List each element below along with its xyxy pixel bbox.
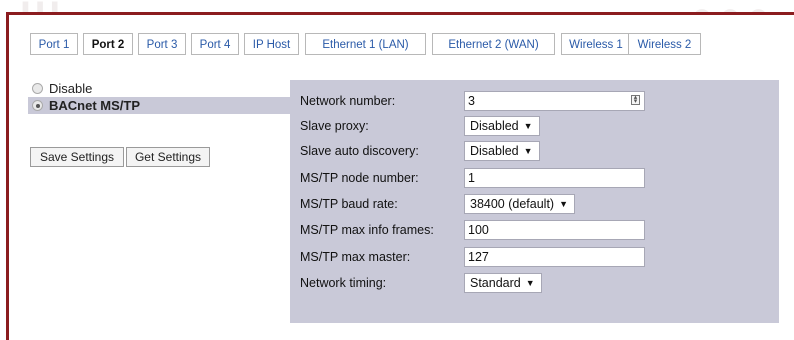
network-number-label: Network number:	[300, 94, 396, 108]
save-settings-button[interactable]: Save Settings	[30, 147, 124, 167]
network-number-value: 3	[468, 94, 475, 108]
radio-label-bacnet-mstp: BACnet MS/TP	[49, 98, 140, 113]
max-info-frames-input[interactable]	[464, 220, 645, 240]
node-number-label: MS/TP node number:	[300, 171, 419, 185]
tab-wireless-1[interactable]: Wireless 1	[561, 33, 631, 55]
slave-auto-discovery-select[interactable]: Disabled ▼	[464, 141, 540, 161]
slave-proxy-select[interactable]: Disabled ▼	[464, 116, 540, 136]
max-master-input[interactable]	[464, 247, 645, 267]
spinner-icon[interactable]: ▴ ▾	[631, 94, 640, 105]
radio-button-checked[interactable]	[32, 100, 43, 112]
tab-ip-host[interactable]: IP Host	[244, 33, 299, 55]
baud-rate-label: MS/TP baud rate:	[300, 197, 398, 211]
node-number-input[interactable]	[464, 168, 645, 188]
tab-port-1[interactable]: Port 1	[30, 33, 78, 55]
tab-port-3[interactable]: Port 3	[138, 33, 186, 55]
header-watermark: Ш—●●●	[0, 0, 794, 12]
dropdown-arrow-icon: ▼	[523, 121, 533, 131]
slave-proxy-label: Slave proxy:	[300, 119, 369, 133]
get-settings-button[interactable]: Get Settings	[126, 147, 210, 167]
tab-port-2[interactable]: Port 2	[83, 33, 133, 55]
frame-border-left	[6, 12, 9, 340]
radio-button-unchecked[interactable]	[32, 83, 43, 95]
radio-label-disable: Disable	[49, 81, 93, 96]
dropdown-arrow-icon: ▼	[523, 146, 533, 156]
network-number-input[interactable]: 3 ▴ ▾	[464, 91, 645, 111]
slave-auto-discovery-value: Disabled	[470, 144, 519, 158]
network-timing-label: Network timing:	[300, 276, 387, 290]
slave-auto-discovery-label: Slave auto discovery:	[300, 144, 419, 158]
slave-proxy-value: Disabled	[470, 119, 519, 133]
tab-wireless-2[interactable]: Wireless 2	[628, 33, 701, 55]
max-info-frames-label: MS/TP max info frames:	[300, 223, 434, 237]
dropdown-arrow-icon: ▼	[525, 278, 535, 288]
tab-port-4[interactable]: Port 4	[191, 33, 239, 55]
baud-rate-select[interactable]: 38400 (default) ▼	[464, 194, 576, 214]
radio-option-bacnet-mstp[interactable]: BACnet MS/TP	[28, 97, 290, 114]
bacnet-settings-panel: Network number: 3 ▴ ▾ Slave proxy: Disabl…	[290, 80, 779, 323]
max-master-label: MS/TP max master:	[300, 250, 411, 264]
frame-border-top	[6, 12, 794, 15]
tab-ethernet-2-wan[interactable]: Ethernet 2 (WAN)	[432, 33, 555, 55]
network-timing-select[interactable]: Standard ▼	[464, 273, 542, 293]
baud-rate-value: 38400 (default)	[470, 197, 555, 211]
network-timing-value: Standard	[470, 276, 521, 290]
dropdown-arrow-icon: ▼	[559, 199, 569, 209]
tab-ethernet-1-lan[interactable]: Ethernet 1 (LAN)	[305, 33, 426, 55]
radio-option-disable[interactable]: Disable	[28, 80, 92, 97]
